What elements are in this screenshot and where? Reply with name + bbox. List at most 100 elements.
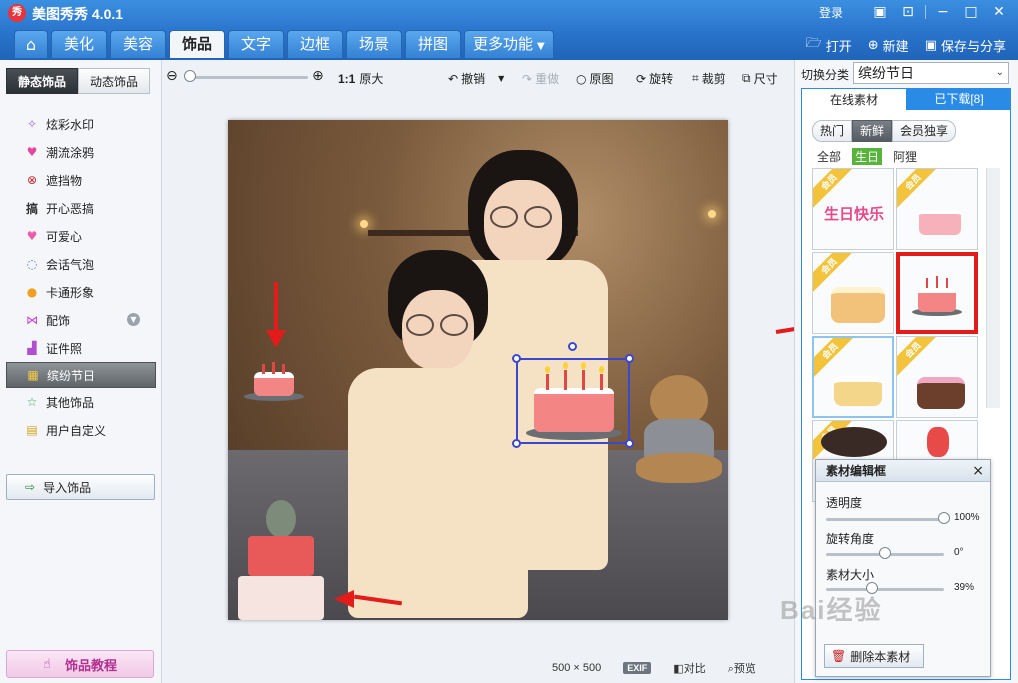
zoom-out-icon[interactable]: ⊖ [166,68,178,84]
opacity-slider[interactable] [826,518,944,521]
category-item[interactable]: ◌ 会话气泡 [6,250,156,278]
close-icon[interactable]: ✕ [988,2,1010,22]
filter-vip[interactable]: 会员独享 [892,120,957,142]
subfilter-birthday[interactable]: 生日 [852,148,883,165]
tab-accessories[interactable]: 饰品 [169,30,225,58]
materials-grid: 会员 生日快乐 会员 会员 会员 会员 [812,168,982,502]
undo-button[interactable]: ↶ 撤销 ▼ [448,70,504,87]
material-thumb[interactable]: 会员 [812,252,894,334]
materials-scrollbar[interactable] [986,168,1000,408]
tab-beautify[interactable]: 美化 [51,30,107,58]
resize-handle[interactable] [625,439,634,448]
main-tabs: ⌂ 美化 美容 饰品 文字 边框 场景 拼图 更多功能 ▼ [14,30,554,58]
material-thumb-highlighted[interactable] [896,252,978,334]
tab-more[interactable]: 更多功能 ▼ [464,30,554,58]
close-icon[interactable]: × [972,460,984,482]
resize-handle[interactable] [625,354,634,363]
material-thumb[interactable]: 会员 生日快乐 [812,168,894,250]
material-thumb[interactable]: 会员 [812,336,894,418]
category-item[interactable]: ✧ 炫彩水印 [6,110,156,138]
compare-button[interactable]: ◧对比 [673,660,705,676]
rotate-handle[interactable] [568,342,577,351]
heart-icon: ♥ [26,229,38,243]
material-thumb[interactable]: 会员 [896,336,978,418]
tab-collage[interactable]: 拼图 [405,30,461,58]
exif-button[interactable]: EXIF [623,662,652,674]
new-button[interactable]: ⊕ 新建 [868,34,909,56]
opacity-slider-handle[interactable] [938,512,950,524]
category-item[interactable]: ● 卡通形象 [6,278,156,306]
status-bar: 500 × 500 EXIF ◧对比 ⌕预览 [552,660,756,676]
resize-handle[interactable] [512,354,521,363]
subtabs: 静态饰品 动态饰品 [6,68,150,94]
hand-icon: ☝ [43,656,51,672]
login-link[interactable]: 登录 [819,4,843,21]
title-bar: 秀 美图秀秀 4.0.1 登录 ▣ ⊡ − □ ✕ ⌂ 美化 美容 饰品 文字 … [0,0,1018,60]
import-accessory-button[interactable]: ⇨ 导入饰品 [6,474,155,500]
tab-border[interactable]: 边框 [287,30,343,58]
category-item[interactable]: ☆ 其他饰品 [6,388,156,416]
watermark: Bai经验 [780,595,883,625]
chevron-down-icon: ⌄ [995,67,1004,78]
photo-canvas[interactable] [228,120,728,620]
selection-box[interactable] [512,342,634,448]
chevron-down-icon[interactable]: ▼ [498,74,504,83]
tab-online-materials[interactable]: 在线素材 [801,88,907,110]
tutorial-button[interactable]: ☝ 饰品教程 [6,650,154,678]
redo-button[interactable]: ↷ 重做 [522,70,559,87]
save-share-button[interactable]: ▣ 保存与分享 [925,34,1006,56]
crop-button[interactable]: ⌗ 裁剪 [692,70,726,87]
placed-cake-small[interactable] [244,362,304,402]
opacity-value: 100% [954,512,980,523]
original-size-button[interactable]: 1:1 原大 [338,70,383,87]
category-item[interactable]: ♥ 潮流涂鸦 [6,138,156,166]
category-item[interactable]: ⊗ 遮挡物 [6,166,156,194]
rotation-value: 0° [954,547,964,558]
preview-button[interactable]: ⌕预览 [728,660,756,676]
block-icon: ⊗ [26,173,38,187]
filter-new[interactable]: 新鲜 [852,120,893,142]
category-select[interactable]: 缤纷节日 ⌄ [853,62,1009,84]
cake-thumbnail [831,277,885,323]
delete-material-button[interactable]: 🗑 删除本素材 [824,644,924,668]
subfilter-all[interactable]: 全部 [814,148,844,165]
zoom-in-icon[interactable]: ⊕ [312,68,324,84]
tab-home[interactable]: ⌂ [14,30,48,58]
minimize-icon[interactable]: − [932,2,954,22]
settings-icon[interactable]: ⊡ [897,2,919,22]
trash-icon: 🗑 [831,649,847,663]
resize-handle[interactable] [512,439,521,448]
material-thumb[interactable]: 会员 [896,168,978,250]
category-item[interactable]: ▦ 缤纷节日 [6,362,156,388]
tab-dynamic-accessories[interactable]: 动态饰品 [78,68,150,94]
tab-scene[interactable]: 场景 [346,30,402,58]
original-image-button[interactable]: ○ 原图 [576,70,614,87]
filter-hot[interactable]: 热门 [812,120,853,142]
maximize-icon[interactable]: □ [960,2,982,22]
category-item[interactable]: ♥ 可爱心 [6,222,156,250]
cake-thumbnail [915,193,965,239]
category-item[interactable]: ▤ 用户自定义 [6,416,156,444]
subfilter-ali[interactable]: 阿狸 [890,148,920,165]
size-value: 39% [954,582,975,593]
expand-icon[interactable]: ▼ [127,313,140,326]
open-button[interactable]: 🗁 打开 [806,34,852,56]
zoom-slider-handle[interactable] [184,70,196,82]
category-item[interactable]: 搞开心恶搞 [6,194,156,222]
left-sidebar: 静态饰品 动态饰品 ✧ 炫彩水印 ♥ 潮流涂鸦 ⊗ 遮挡物 搞开心恶搞 ♥ 可爱心 ◌ 会… [0,60,162,683]
zoom-slider[interactable] [186,76,308,79]
rotation-slider-handle[interactable] [879,547,891,559]
lamp-light [360,220,368,228]
category-item[interactable]: ▟ 证件照 [6,334,156,362]
tab-downloaded[interactable]: 已下载[8] [907,88,1011,110]
tab-face[interactable]: 美容 [110,30,166,58]
rotate-button[interactable]: ⟳ 旋转 [636,70,673,87]
folder-icon: ▤ [26,423,38,437]
tab-static-accessories[interactable]: 静态饰品 [6,68,78,94]
switch-category-label: 切换分类 [801,68,850,82]
resize-button[interactable]: ⧉ 尺寸 [742,70,778,87]
tab-text[interactable]: 文字 [228,30,284,58]
category-item[interactable]: ⋈ 配饰 ▼ [6,306,156,334]
feedback-icon[interactable]: ▣ [869,2,891,22]
redo-icon: ↷ [522,71,533,86]
